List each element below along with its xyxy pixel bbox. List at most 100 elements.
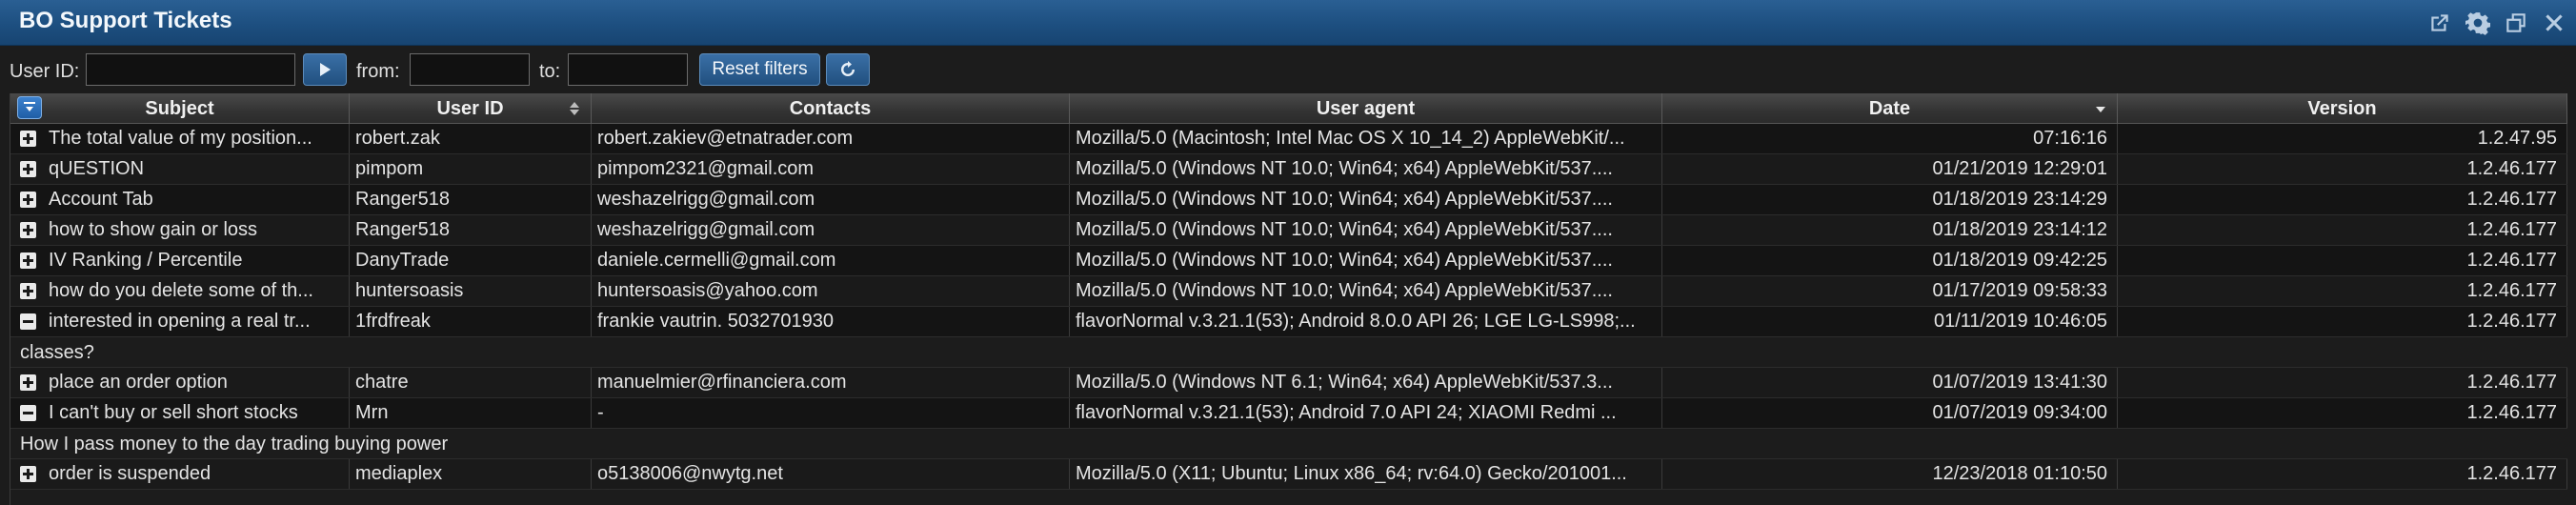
refresh-button[interactable] <box>826 53 870 86</box>
cell-version: 1.2.46.177 <box>2118 154 2567 184</box>
external-link-icon[interactable] <box>2425 9 2454 37</box>
table-row[interactable]: order is suspended mediaplex o5138006@nwyt… <box>10 459 2567 490</box>
sort-icon <box>570 102 579 115</box>
user-id-label: User ID: <box>10 61 80 82</box>
table-row[interactable]: place an order option chatre manuelmier@rf… <box>10 368 2567 398</box>
support-tickets-window: BO Support Tickets User ID: from: to: Re <box>0 0 2576 505</box>
cell-date: 01/18/2019 23:14:12 <box>1662 215 2118 245</box>
sort-descending-icon <box>2096 107 2105 112</box>
cell-user-agent: Mozilla/5.0 (Windows NT 10.0; Win64; x64… <box>1070 154 1662 184</box>
cell-version: 1.2.46.177 <box>2118 215 2567 245</box>
cell-subject: qUESTION <box>10 154 350 184</box>
gear-icon[interactable] <box>2464 9 2492 37</box>
column-header-user-id[interactable]: User ID <box>350 93 592 124</box>
cell-contacts: frankie vautrin. 5032701930 <box>592 307 1070 336</box>
table-row[interactable]: IV Ranking / Percentile DanyTrade daniele.… <box>10 246 2567 276</box>
cell-version: 1.2.46.177 <box>2118 276 2567 306</box>
cell-contacts: manuelmier@rfinanciera.com <box>592 368 1070 397</box>
cell-version: 1.2.46.177 <box>2118 185 2567 214</box>
column-label: Contacts <box>789 97 872 119</box>
column-header-contacts[interactable]: Contacts <box>592 93 1070 124</box>
column-header-version[interactable]: Version <box>2118 93 2567 124</box>
table-row[interactable]: interested in opening a real tr... 1frdfr… <box>10 307 2567 337</box>
cell-user-agent: flavorNormal v.3.21.1(53); Android 8.0.0… <box>1070 307 1662 336</box>
to-date-input[interactable] <box>568 53 688 86</box>
apply-user-filter-button[interactable] <box>303 53 347 86</box>
cell-user-id: Ranger518 <box>350 185 592 214</box>
cell-subject: how to show gain or loss <box>10 215 350 245</box>
cell-subject: place an order option <box>10 368 350 397</box>
cell-user-agent: flavorNormal v.3.21.1(53); Android 7.0 A… <box>1070 398 1662 428</box>
cell-contacts: robert.zakiev@etnatrader.com <box>592 124 1070 153</box>
window-controls <box>2425 9 2568 37</box>
column-header-date[interactable]: Date <box>1662 93 2118 124</box>
column-label: User ID <box>436 97 504 119</box>
cell-contacts: pimpom2321@gmail.com <box>592 154 1070 184</box>
table-row[interactable]: how to show gain or loss Ranger518 weshaze… <box>10 215 2567 246</box>
cell-version: 1.2.46.177 <box>2118 307 2567 336</box>
window-title: BO Support Tickets <box>19 8 232 33</box>
cell-user-id: mediaplex <box>350 459 592 489</box>
cell-date: 01/18/2019 09:42:25 <box>1662 246 2118 275</box>
reset-filters-button[interactable]: Reset filters <box>699 53 820 86</box>
from-date-input[interactable] <box>410 53 530 86</box>
row-detail-message: classes? <box>10 337 2567 368</box>
table-row[interactable]: Account Tab Ranger518 weshazelrigg@gmail.c… <box>10 185 2567 215</box>
cell-user-id: Ranger518 <box>350 215 592 245</box>
cell-user-id: pimpom <box>350 154 592 184</box>
table-row[interactable]: how do you delete some of th... huntersoa… <box>10 276 2567 307</box>
cell-user-agent: Mozilla/5.0 (Windows NT 10.0; Win64; x64… <box>1070 215 1662 245</box>
table-row[interactable]: The total value of my position... robert.… <box>10 124 2567 154</box>
cell-user-agent: Mozilla/5.0 (Windows NT 10.0; Win64; x64… <box>1070 276 1662 306</box>
cell-subject: how do you delete some of th... <box>10 276 350 306</box>
cell-contacts: - <box>592 398 1070 428</box>
cell-contacts: daniele.cermelli@gmail.com <box>592 246 1070 275</box>
column-label: Version <box>2307 97 2377 119</box>
table-row[interactable]: qUESTION pimpom pimpom2321@gmail.com Mozill… <box>10 154 2567 185</box>
cell-subject: Account Tab <box>10 185 350 214</box>
cell-date: 01/21/2019 12:29:01 <box>1662 154 2118 184</box>
filter-toolbar: User ID: from: to: Reset filters <box>0 48 2576 93</box>
cell-subject: interested in opening a real tr... <box>10 307 350 336</box>
cell-version: 1.2.46.177 <box>2118 398 2567 428</box>
restore-window-icon[interactable] <box>2502 9 2530 37</box>
cell-user-id: 1frdfreak <box>350 307 592 336</box>
cell-user-id: DanyTrade <box>350 246 592 275</box>
cell-subject: IV Ranking / Percentile <box>10 246 350 275</box>
table-header: Subject User ID Contacts User agent Date… <box>10 93 2567 124</box>
cell-user-agent: Mozilla/5.0 (Windows NT 10.0; Win64; x64… <box>1070 246 1662 275</box>
cell-date: 01/07/2019 09:34:00 <box>1662 398 2118 428</box>
cell-user-agent: Mozilla/5.0 (Windows NT 6.1; Win64; x64)… <box>1070 368 1662 397</box>
tickets-table: Subject User ID Contacts User agent Date… <box>10 93 2567 505</box>
cell-date: 01/18/2019 23:14:29 <box>1662 185 2118 214</box>
cell-subject: order is suspended <box>10 459 350 489</box>
cell-contacts: weshazelrigg@gmail.com <box>592 215 1070 245</box>
column-label: User agent <box>1316 97 1416 119</box>
cell-user-id: huntersoasis <box>350 276 592 306</box>
cell-contacts: o5138006@nwytg.net <box>592 459 1070 489</box>
cell-contacts: weshazelrigg@gmail.com <box>592 185 1070 214</box>
cell-version: 1.2.46.177 <box>2118 368 2567 397</box>
cell-date: 12/23/2018 01:10:50 <box>1662 459 2118 489</box>
cell-version: 1.2.46.177 <box>2118 246 2567 275</box>
column-header-user-agent[interactable]: User agent <box>1070 93 1662 124</box>
cell-user-agent: Mozilla/5.0 (Macintosh; Intel Mac OS X 1… <box>1070 124 1662 153</box>
cell-version: 1.2.46.177 <box>2118 459 2567 489</box>
menu-icon <box>24 102 35 111</box>
cell-user-agent: Mozilla/5.0 (X11; Ubuntu; Linux x86_64; … <box>1070 459 1662 489</box>
cell-user-id: robert.zak <box>350 124 592 153</box>
table-row[interactable]: I can't buy or sell short stocks Mrn - flav… <box>10 398 2567 429</box>
close-icon[interactable] <box>2540 9 2568 37</box>
cell-date: 01/07/2019 13:41:30 <box>1662 368 2118 397</box>
cell-user-id: Mrn <box>350 398 592 428</box>
refresh-icon <box>841 61 855 76</box>
cell-contacts: huntersoasis@yahoo.com <box>592 276 1070 306</box>
row-detail-message: How I pass money to the day trading buyi… <box>10 429 2567 459</box>
column-menu-button[interactable] <box>17 96 42 119</box>
column-label: Date <box>1868 97 1911 119</box>
column-header-subject[interactable]: Subject <box>10 93 350 124</box>
user-id-input[interactable] <box>86 53 295 86</box>
to-label: to: <box>539 61 561 82</box>
cell-user-agent: Mozilla/5.0 (Windows NT 10.0; Win64; x64… <box>1070 185 1662 214</box>
cell-user-id: chatre <box>350 368 592 397</box>
